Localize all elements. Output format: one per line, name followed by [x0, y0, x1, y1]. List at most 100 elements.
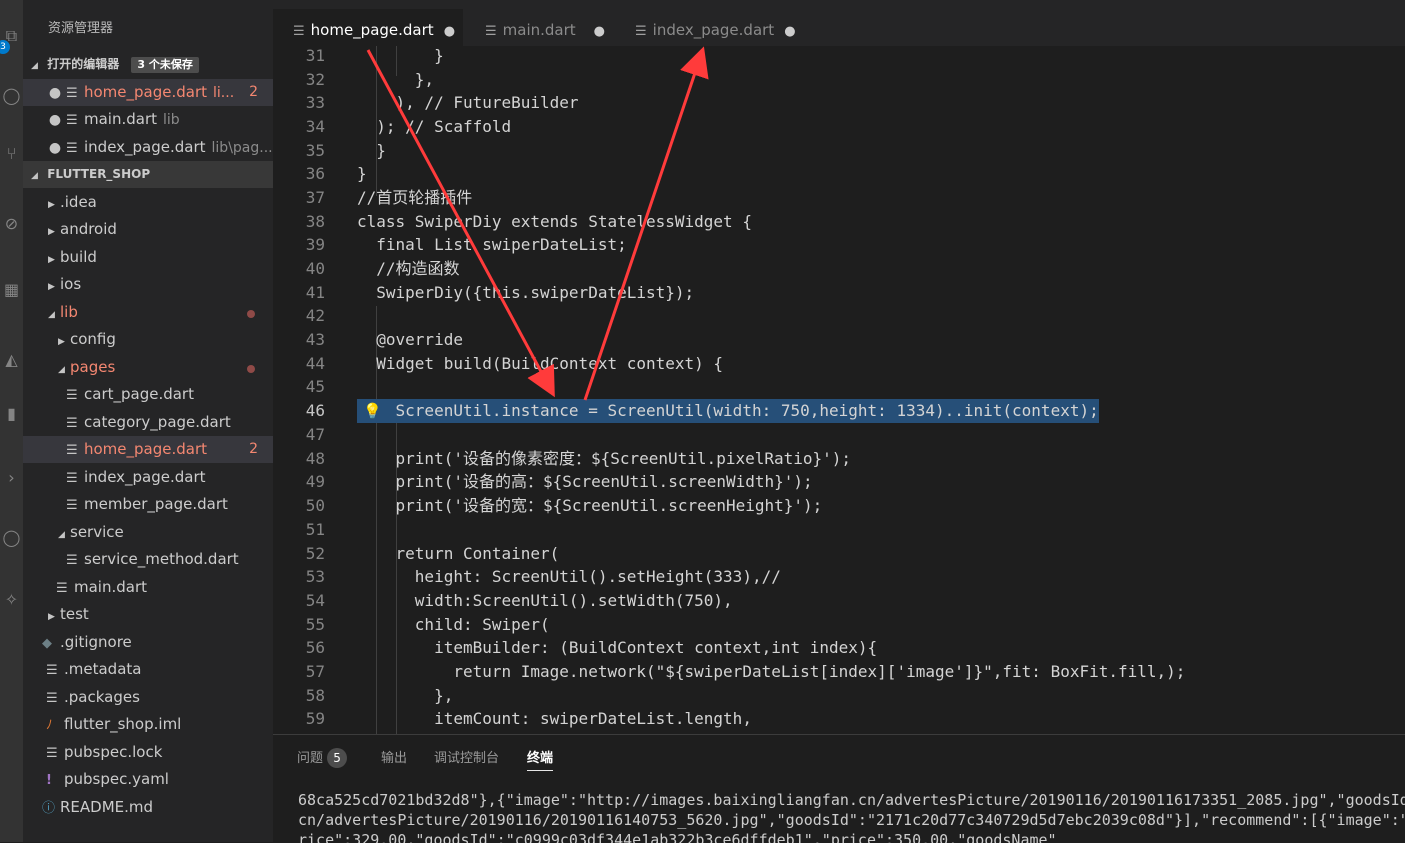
tab-terminal[interactable]: 终端 — [527, 747, 554, 771]
tree-item-label: test — [60, 605, 89, 623]
extensions-icon[interactable]: ▦ — [0, 280, 23, 299]
file-icon: ☰ — [66, 86, 78, 101]
file-desc: lib — [163, 112, 180, 128]
lightbulb-icon[interactable]: 💡 — [363, 399, 382, 423]
tree-item-test[interactable]: ▶ test — [23, 601, 273, 628]
code-line: 42 — [273, 304, 1405, 328]
tree-item-pubspec-yaml[interactable]: ! pubspec.yaml — [23, 766, 273, 793]
code-text: return Container( — [357, 544, 560, 563]
gear-icon[interactable]: ✧ — [0, 590, 23, 609]
code-text: itemBuilder: (BuildContext context,int i… — [357, 638, 878, 657]
tree-item-build[interactable]: ▶ build — [23, 244, 273, 271]
open-editor-home-page[interactable]: ● ☰ home_page.dart li... 2 — [23, 79, 273, 106]
code-text: ScreenUtil.instance = ScreenUtil(width: … — [357, 399, 1099, 423]
line-number: 33 — [305, 93, 325, 112]
line-number: 40 — [305, 259, 325, 278]
tree-item-service-method[interactable]: ☰ service_method.dart — [23, 546, 273, 573]
code-editor[interactable]: 31 } 32 }, 33 ), // FutureBuilder 34 ); … — [273, 46, 1405, 734]
open-editor-main[interactable]: ● ☰ main.dart lib — [23, 106, 273, 133]
tab-index-page[interactable]: ☰ index_page.dart ● — [635, 9, 796, 46]
unsaved-dot-icon[interactable]: ● — [44, 135, 66, 161]
tree-item-category-page[interactable]: ☰ category_page.dart — [23, 409, 273, 436]
tree-item-config[interactable]: ▶ config — [23, 326, 273, 353]
file-icon: ☰ — [293, 24, 305, 39]
code-text: @override — [357, 330, 463, 349]
chevron-down-icon: ◢ — [58, 530, 65, 540]
tree-item-label: ios — [60, 275, 82, 293]
tree-item-member-page[interactable]: ☰ member_page.dart — [23, 491, 273, 518]
line-number: 36 — [305, 164, 325, 183]
tree-item-service[interactable]: ◢ service — [23, 519, 273, 546]
tab-debug-console[interactable]: 调试控制台 — [434, 747, 499, 766]
tree-item-flutter-shop-iml[interactable]: ﾉ flutter_shop.iml — [23, 711, 273, 738]
line-number: 37 — [305, 188, 325, 207]
file-name: index_page.dart — [84, 138, 206, 156]
source-control-icon[interactable]: ⑂ — [0, 144, 23, 163]
account-icon[interactable]: › — [0, 468, 23, 487]
tab-label: 调试控制台 — [434, 751, 500, 766]
code-text: print('设备的像素密度：${ScreenUtil.pixelRatio}'… — [357, 449, 852, 468]
tree-item-home-page[interactable]: ☰ home_page.dart 2 — [23, 436, 273, 463]
code-line: 48 print('设备的像素密度：${ScreenUtil.pixelRati… — [273, 447, 1405, 471]
open-editors-header[interactable]: ◢ 打开的编辑器 3 个未保存 — [23, 51, 273, 78]
tree-item-pages[interactable]: ◢ pages — [23, 354, 273, 381]
tree-item-main[interactable]: ☰ main.dart — [23, 574, 273, 601]
file-icon: ☰ — [66, 553, 78, 568]
tree-item-metadata[interactable]: ☰ .metadata — [23, 656, 273, 683]
code-text: height: ScreenUtil().setHeight(333),// — [357, 567, 781, 586]
code-line: 35 } — [273, 139, 1405, 163]
error-count: 2 — [249, 441, 258, 457]
code-line: 38 class SwiperDiy extends StatelessWidge… — [273, 210, 1405, 234]
search-icon[interactable]: ◯ — [0, 86, 23, 105]
tree-item-label: pages — [70, 358, 116, 376]
tab-label: 问题 — [297, 751, 324, 766]
tree-item-pubspec-lock[interactable]: ☰ pubspec.lock — [23, 739, 273, 766]
tab-main[interactable]: ☰ main.dart ● — [485, 9, 605, 46]
tree-item-lib[interactable]: ◢ lib — [23, 299, 273, 326]
tree-item-cart-page[interactable]: ☰ cart_page.dart — [23, 381, 273, 408]
code-text: SwiperDiy({this.swiperDateList}); — [357, 283, 695, 302]
flutter-icon[interactable]: ◭ — [0, 350, 23, 369]
project-header[interactable]: ◢ FLUTTER_SHOP — [23, 161, 273, 188]
unsaved-dot-icon[interactable]: ● — [784, 24, 795, 39]
unsaved-dot-icon[interactable]: ● — [44, 107, 66, 133]
code-line: 43 @override — [273, 328, 1405, 352]
tree-item-ios[interactable]: ▶ ios — [23, 271, 273, 298]
file-icon: ☰ — [46, 746, 58, 761]
unsaved-dot-icon[interactable]: ● — [444, 24, 455, 39]
tab-label: index_page.dart — [652, 21, 775, 39]
tree-item-packages[interactable]: ☰ .packages — [23, 684, 273, 711]
chevron-right-icon: ▶ — [58, 337, 65, 347]
line-number: 41 — [305, 283, 325, 302]
tab-home-page[interactable]: ☰ home_page.dart ● — [273, 9, 463, 46]
tree-item-android[interactable]: ▶ android — [23, 216, 273, 243]
tab-problems[interactable]: 问题 5 — [297, 747, 348, 768]
tree-item-idea[interactable]: ▶ .idea — [23, 189, 273, 216]
remote-icon[interactable]: ▮ — [0, 404, 23, 423]
chevron-down-icon: ◢ — [58, 365, 65, 375]
code-text: //首页轮播插件 — [357, 188, 473, 207]
tree-item-readme[interactable]: ⓘ README.md — [23, 794, 273, 821]
code-line: 34 ); // Scaffold — [273, 115, 1405, 139]
line-number: 51 — [305, 520, 325, 539]
tree-item-label: service — [70, 523, 124, 541]
code-line: 54 width:ScreenUtil().setWidth(750), — [273, 589, 1405, 613]
open-editor-index-page[interactable]: ● ☰ index_page.dart lib\pag... — [23, 134, 273, 161]
tree-item-index-page[interactable]: ☰ index_page.dart — [23, 464, 273, 491]
tab-label: 输出 — [381, 751, 408, 766]
tree-item-gitignore[interactable]: ◆ .gitignore — [23, 629, 273, 656]
code-text: return Image.network("${swiperDateList[i… — [357, 662, 1186, 681]
tree-item-label: pubspec.yaml — [64, 770, 169, 788]
code-line-selected[interactable]: 46 ScreenUtil.instance = ScreenUtil(widt… — [273, 399, 1405, 423]
code-line: 50 print('设备的宽：${ScreenUtil.screenHeight… — [273, 494, 1405, 518]
code-line: 41 SwiperDiy({this.swiperDateList}); — [273, 281, 1405, 305]
settings-icon[interactable]: ◯ — [0, 528, 23, 547]
unsaved-dot-icon[interactable]: ● — [594, 24, 605, 39]
debug-icon[interactable]: ⊘ — [0, 214, 23, 233]
line-number: 56 — [305, 638, 325, 657]
unsaved-dot-icon[interactable]: ● — [44, 80, 66, 106]
rss-icon: ﾉ — [46, 718, 53, 733]
open-editors-label: 打开的编辑器 — [47, 57, 120, 71]
code-text: }, — [357, 70, 435, 89]
tab-output[interactable]: 输出 — [381, 747, 407, 766]
